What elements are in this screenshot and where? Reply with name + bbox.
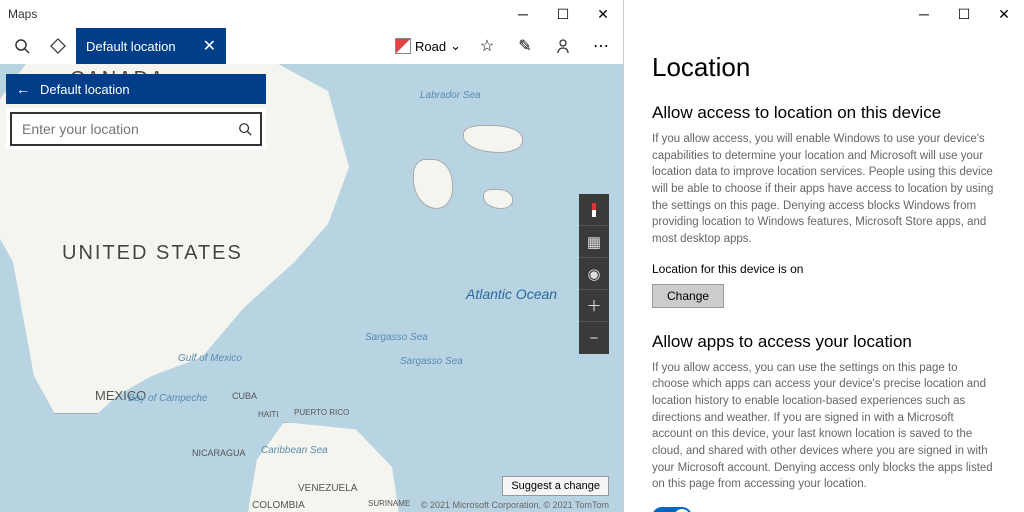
search-tab[interactable]: Default location ✕	[76, 28, 226, 64]
map-style-selector[interactable]: Road ⌄	[389, 38, 467, 54]
maps-window: Maps ─ ☐ ✕ Default location ✕ Road ⌄ ☆ ✎	[0, 0, 624, 512]
suggest-change-button[interactable]: Suggest a change	[502, 476, 609, 496]
maps-app-title: Maps	[8, 7, 37, 21]
sea-label: Labrador Sea	[420, 90, 481, 101]
minimize-button[interactable]: ─	[503, 0, 543, 28]
map-attribution: © 2021 Microsoft Corporation, © 2021 Tom…	[421, 500, 609, 510]
maps-toolbar: Default location ✕ Road ⌄ ☆ ✎ ⋯	[0, 28, 623, 64]
search-icon[interactable]	[4, 28, 40, 64]
search-tab-label: Default location	[86, 39, 176, 54]
close-button[interactable]: ✕	[984, 0, 1024, 28]
zoom-out-button[interactable]: −	[579, 322, 609, 354]
section-description: If you allow access, you can use the set…	[652, 360, 996, 493]
locate-me-button[interactable]: ◉	[579, 258, 609, 290]
islands-atlantic	[373, 119, 553, 259]
zoom-in-button[interactable]: ＋	[579, 290, 609, 322]
default-location-label: Default location	[40, 82, 130, 97]
road-label: Road	[415, 39, 446, 54]
ink-icon[interactable]: ✎	[507, 28, 543, 64]
country-label: NICARAGUA	[192, 448, 246, 458]
sea-label: Bay of Campeche	[128, 393, 208, 404]
search-icon[interactable]	[238, 122, 252, 136]
sea-label: Caribbean Sea	[261, 445, 328, 456]
page-title: Location	[652, 52, 996, 83]
chevron-down-icon: ⌄	[450, 38, 461, 54]
change-button[interactable]: Change	[652, 284, 724, 308]
location-input-wrapper	[6, 108, 266, 150]
device-location-status: Location for this device is on	[652, 262, 996, 276]
account-icon[interactable]	[545, 28, 581, 64]
tilt-button[interactable]: ▦	[579, 226, 609, 258]
sea-label: Gulf of Mexico	[178, 353, 242, 364]
country-label: SURINAME	[368, 499, 410, 508]
map-controls: ▦ ◉ ＋ −	[579, 194, 609, 354]
sea-label: Sargasso Sea	[400, 356, 463, 367]
saved-places-icon[interactable]: ☆	[469, 28, 505, 64]
back-arrow-icon[interactable]: ←	[16, 81, 30, 97]
country-label: COLOMBIA	[252, 500, 305, 511]
maps-titlebar: Maps ─ ☐ ✕	[0, 0, 623, 28]
settings-window-controls: ─ ☐ ✕	[904, 0, 1024, 28]
country-label: UNITED STATES	[62, 242, 243, 265]
settings-content: Location Allow access to location on thi…	[624, 28, 1024, 512]
sea-label: Sargasso Sea	[365, 332, 428, 343]
map-canvas[interactable]: CANADA UNITED STATES MEXICO CUBA HAITI P…	[0, 64, 623, 512]
country-label: PUERTO RICO	[294, 408, 349, 417]
maximize-button[interactable]: ☐	[944, 0, 984, 28]
more-icon[interactable]: ⋯	[583, 28, 619, 64]
default-location-bar: ← Default location	[6, 74, 266, 104]
section-title: Allow apps to access your location	[652, 332, 996, 352]
settings-titlebar: ─ ☐ ✕	[624, 0, 1024, 28]
section-description: If you allow access, you will enable Win…	[652, 131, 996, 248]
close-button[interactable]: ✕	[583, 0, 623, 28]
close-tab-icon[interactable]: ✕	[203, 36, 216, 56]
country-label: CUBA	[232, 391, 257, 401]
maximize-button[interactable]: ☐	[543, 0, 583, 28]
section-title: Allow access to location on this device	[652, 103, 996, 123]
location-toggle[interactable]	[652, 507, 692, 512]
location-input[interactable]	[10, 112, 262, 146]
location-toggle-row: On	[652, 507, 996, 512]
country-label: HAITI	[258, 410, 278, 419]
compass-button[interactable]	[579, 194, 609, 226]
road-icon	[395, 38, 411, 54]
minimize-button[interactable]: ─	[904, 0, 944, 28]
settings-window: ─ ☐ ✕ Location Allow access to location …	[624, 0, 1024, 512]
ocean-label: Atlantic Ocean	[466, 286, 557, 302]
country-label: VENEZUELA	[298, 483, 357, 494]
directions-icon[interactable]	[40, 28, 76, 64]
maps-window-controls: ─ ☐ ✕	[503, 0, 623, 28]
